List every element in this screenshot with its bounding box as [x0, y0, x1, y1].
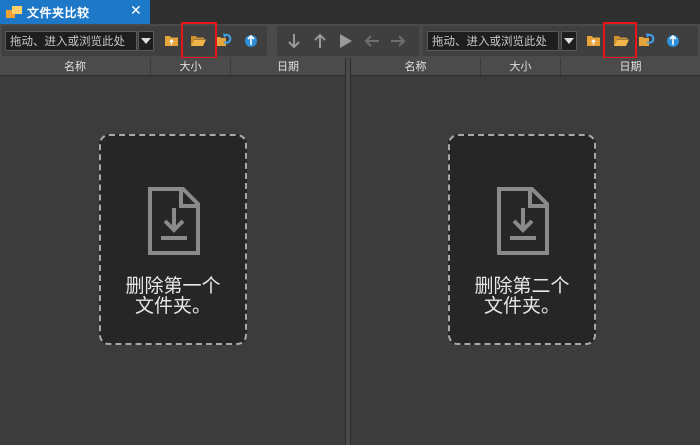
arrow-right-icon — [391, 35, 406, 47]
left-col-name[interactable]: 名称 — [0, 58, 151, 75]
chevron-down-icon — [141, 38, 151, 44]
toolbar: 拖动、进入或浏览此处 拖动、进入或浏览此处 — [0, 24, 700, 58]
right-drop-line2: 文件夹。 — [483, 295, 560, 317]
previous-difference-button[interactable] — [309, 31, 331, 51]
compare-button[interactable] — [335, 31, 357, 51]
play-icon — [340, 34, 352, 48]
left-col-date[interactable]: 日期 — [231, 58, 345, 75]
folder-up-icon — [587, 36, 600, 46]
arrow-up-icon — [314, 33, 326, 48]
arrow-down-icon — [288, 34, 300, 49]
left-drop-text: 删除第一个 文件夹。 — [101, 276, 245, 316]
tab-title: 文件夹比较 — [27, 6, 90, 20]
left-col-size[interactable]: 大小 — [151, 58, 231, 75]
left-drop-line2: 文件夹。 — [134, 295, 211, 317]
sync-icon — [245, 34, 257, 47]
sync-icon — [667, 34, 679, 47]
highlight-left-browse — [181, 22, 217, 59]
right-refresh-folder-button[interactable] — [636, 31, 658, 51]
folder-compare-icon — [6, 6, 22, 18]
left-up-folder-button[interactable] — [161, 31, 183, 51]
left-drop-line1: 删除第一个 — [125, 275, 221, 297]
right-drop-line1: 删除第二个 — [474, 275, 570, 297]
right-col-name[interactable]: 名称 — [351, 58, 481, 75]
right-col-date[interactable]: 日期 — [561, 58, 700, 75]
copy-right-button[interactable] — [387, 31, 409, 51]
next-difference-button[interactable] — [283, 31, 305, 51]
file-download-icon — [497, 187, 549, 255]
file-download-icon — [148, 187, 200, 255]
chevron-down-icon — [564, 38, 574, 44]
close-icon[interactable]: ✕ — [130, 3, 142, 19]
right-sync-button[interactable] — [662, 31, 684, 51]
right-drop-text: 删除第二个 文件夹。 — [450, 276, 594, 316]
right-pane: 删除第二个 文件夹。 — [351, 76, 700, 445]
tab-folder-compare[interactable]: 文件夹比较 ✕ — [0, 0, 150, 24]
right-path-input[interactable]: 拖动、进入或浏览此处 — [427, 31, 559, 51]
left-pane: 删除第一个 文件夹。 — [0, 76, 345, 445]
right-column-header: 名称 大小 日期 — [351, 58, 700, 76]
copy-left-button[interactable] — [361, 31, 383, 51]
right-up-folder-button[interactable] — [583, 31, 605, 51]
right-col-size[interactable]: 大小 — [481, 58, 561, 75]
left-sync-button[interactable] — [240, 31, 262, 51]
arrow-left-icon — [364, 35, 379, 47]
left-path-input[interactable]: 拖动、进入或浏览此处 — [5, 31, 137, 51]
folder-refresh-icon — [639, 33, 655, 46]
tab-bar: 文件夹比较 ✕ — [0, 0, 700, 24]
left-drop-zone[interactable]: 删除第一个 文件夹。 — [99, 134, 247, 345]
right-drop-zone[interactable]: 删除第二个 文件夹。 — [448, 134, 596, 345]
folder-up-icon — [165, 36, 178, 46]
left-column-header: 名称 大小 日期 — [0, 58, 345, 76]
right-path-dropdown[interactable] — [561, 31, 577, 51]
left-path-dropdown[interactable] — [138, 31, 154, 51]
highlight-right-browse — [603, 22, 637, 59]
folder-refresh-icon — [216, 33, 232, 46]
